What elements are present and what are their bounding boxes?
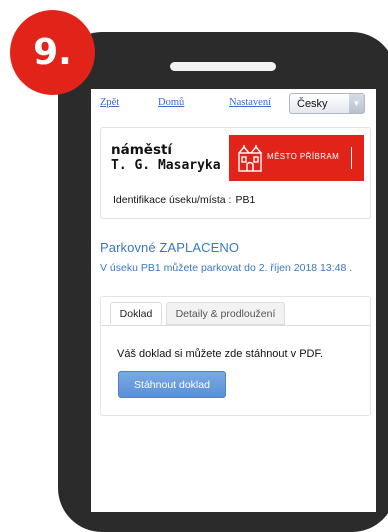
chevron-down-icon: ▼ bbox=[349, 94, 364, 113]
language-select[interactable]: Česky ▼ bbox=[289, 93, 365, 114]
top-navigation: Zpět Domů Nastavení Česky ▼ bbox=[91, 89, 376, 117]
tab-details-extension[interactable]: Detaily & prodloužení bbox=[166, 302, 285, 325]
location-name-line1: náměstí bbox=[111, 142, 173, 158]
phone-screen: Zpět Domů Nastavení Česky ▼ náměstí T. G… bbox=[91, 89, 376, 512]
location-name: náměstí T. G. Masaryka bbox=[111, 142, 221, 174]
back-link[interactable]: Zpět bbox=[100, 97, 119, 108]
home-link[interactable]: Domů bbox=[158, 97, 184, 108]
logo-divider bbox=[351, 147, 352, 169]
receipt-info-text: Váš doklad si můžete zde stáhnout v PDF. bbox=[117, 348, 324, 360]
tab-bar: Doklad Detaily & prodloužení bbox=[101, 297, 370, 326]
receipt-panel: Doklad Detaily & prodloužení Váš doklad … bbox=[100, 296, 371, 416]
location-id-row: Identifikace úseku/místa : PB1 bbox=[113, 194, 255, 206]
settings-link[interactable]: Nastavení bbox=[229, 97, 271, 108]
location-card: náměstí T. G. Masaryka MĚSTO PŘÍBRAM Ide… bbox=[100, 127, 371, 219]
step-badge: 9. bbox=[10, 10, 95, 95]
location-id-label: Identifikace úseku/místa : bbox=[113, 194, 232, 206]
location-name-line2: T. G. Masaryka bbox=[111, 158, 221, 173]
city-emblem-icon bbox=[238, 145, 262, 172]
tab-receipt[interactable]: Doklad bbox=[110, 302, 162, 325]
logo-text: MĚSTO PŘÍBRAM bbox=[267, 152, 340, 161]
payment-status-title: Parkovné ZAPLACENO bbox=[100, 240, 240, 255]
location-id-value: PB1 bbox=[235, 194, 256, 206]
city-logo: MĚSTO PŘÍBRAM bbox=[229, 135, 364, 181]
download-receipt-button[interactable]: Stáhnout doklad bbox=[118, 371, 226, 398]
language-select-value: Česky bbox=[297, 98, 328, 110]
payment-status-detail: V úseku PB1 můžete parkovat do 2. říjen … bbox=[100, 262, 353, 274]
phone-speaker bbox=[170, 62, 276, 71]
